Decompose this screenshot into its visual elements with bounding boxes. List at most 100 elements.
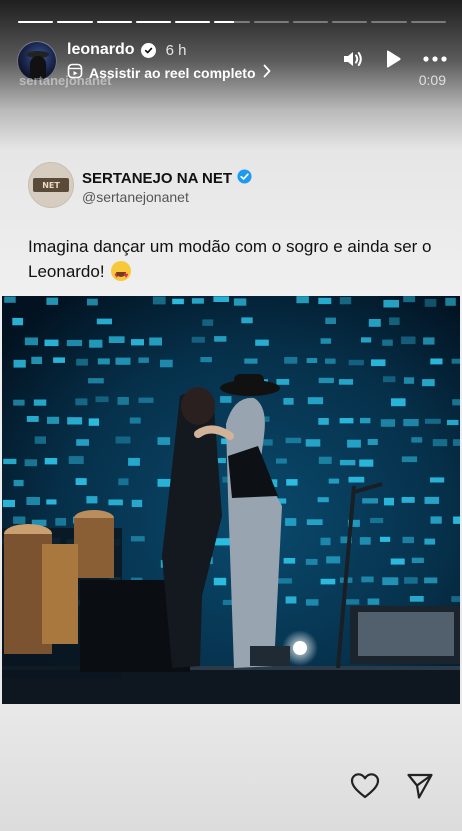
led-tile	[318, 377, 334, 384]
led-tile	[424, 418, 441, 424]
led-tile	[445, 297, 456, 306]
led-tile	[383, 299, 399, 308]
led-tile	[401, 497, 415, 503]
led-tile	[283, 558, 296, 564]
led-tile	[214, 538, 230, 546]
progress-segment	[175, 21, 211, 23]
led-tile	[390, 558, 405, 565]
led-tile	[13, 479, 24, 487]
led-tile	[317, 497, 329, 503]
led-tile	[411, 437, 423, 443]
led-tile	[26, 416, 39, 422]
led-tile	[220, 396, 232, 403]
led-tile	[131, 339, 144, 346]
led-tile	[13, 399, 25, 406]
led-tile	[422, 379, 435, 387]
story-controls	[342, 49, 448, 69]
led-tile	[391, 398, 406, 407]
led-tile	[76, 439, 89, 446]
led-tile	[68, 456, 84, 464]
led-tile	[383, 497, 394, 506]
video-player[interactable]	[2, 296, 460, 704]
led-tile	[160, 359, 173, 368]
led-tile	[451, 358, 460, 364]
led-tile	[430, 516, 442, 524]
led-tile	[325, 317, 336, 324]
led-tile	[191, 336, 205, 343]
story-progress	[18, 21, 446, 23]
video-duration: 0:09	[418, 72, 446, 88]
led-tile	[96, 318, 112, 325]
progress-segment	[292, 21, 329, 23]
watch-reel-label: Assistir ao reel completo	[89, 64, 256, 81]
led-tile	[118, 478, 129, 486]
led-tile	[115, 357, 131, 365]
led-tile	[367, 439, 378, 445]
heart-eyes-emoji-icon	[111, 261, 132, 288]
led-tile	[200, 357, 212, 363]
led-tile	[285, 437, 302, 444]
led-tile	[86, 298, 98, 306]
led-tile	[214, 336, 227, 342]
watch-reel-link[interactable]: Assistir ao reel completo	[67, 63, 272, 82]
led-tile	[31, 356, 43, 364]
led-tile	[285, 518, 297, 526]
tweet-avatar[interactable]: NET	[28, 162, 74, 208]
led-tile	[75, 478, 87, 485]
led-tile	[362, 498, 378, 504]
led-tile	[305, 558, 318, 565]
volume-icon[interactable]	[342, 49, 364, 69]
led-tile	[446, 419, 459, 426]
tweet-name-row[interactable]: SERTANEJO NA NET	[82, 169, 252, 188]
led-tile	[172, 298, 184, 305]
play-icon[interactable]	[384, 49, 402, 69]
led-tile	[276, 379, 290, 385]
tweet-display-name[interactable]: SERTANEJO NA NET	[82, 170, 232, 187]
username[interactable]: leonardo	[67, 41, 135, 59]
led-tile	[453, 516, 460, 524]
video-frame	[2, 296, 460, 704]
led-tile	[348, 359, 364, 366]
led-tile	[3, 458, 17, 465]
led-tile	[382, 577, 399, 586]
verified-badge-icon	[237, 169, 252, 188]
led-tile	[46, 297, 59, 305]
led-tile	[24, 337, 38, 346]
led-tile	[67, 417, 83, 425]
led-tile	[320, 537, 331, 546]
progress-segment	[253, 21, 289, 23]
led-tile	[403, 296, 416, 303]
led-tile	[409, 596, 424, 602]
led-tile	[451, 596, 460, 602]
led-tile	[129, 417, 141, 424]
led-tile	[402, 536, 414, 544]
led-tile	[276, 458, 287, 464]
led-tile	[138, 397, 154, 403]
heart-icon[interactable]	[350, 772, 380, 800]
led-tile	[430, 358, 443, 365]
verified-badge-icon	[140, 42, 156, 58]
led-tile	[401, 336, 416, 345]
led-tile	[88, 418, 99, 426]
led-tile	[130, 536, 145, 542]
led-tile	[424, 496, 440, 504]
led-tile	[34, 436, 46, 444]
led-tile	[128, 457, 140, 466]
led-tile	[138, 357, 149, 363]
led-tile	[95, 396, 109, 403]
led-tile	[12, 317, 24, 326]
led-tile	[320, 338, 332, 344]
led-tile	[404, 577, 418, 584]
username-row[interactable]: leonardo 6 h	[67, 41, 186, 59]
story-header: leonardo 6 h sertanejonanet Assistir ao …	[17, 38, 448, 88]
more-icon[interactable]	[422, 55, 448, 63]
tweet-text: Imagina dançar um modão com o sogro e ai…	[28, 234, 448, 288]
led-tile	[44, 339, 59, 347]
led-tile	[88, 378, 104, 384]
led-tile	[157, 478, 171, 487]
led-tile	[452, 399, 460, 406]
share-icon[interactable]	[406, 772, 434, 800]
led-tile	[97, 358, 110, 365]
led-tile	[403, 377, 415, 384]
led-tile	[306, 358, 318, 363]
